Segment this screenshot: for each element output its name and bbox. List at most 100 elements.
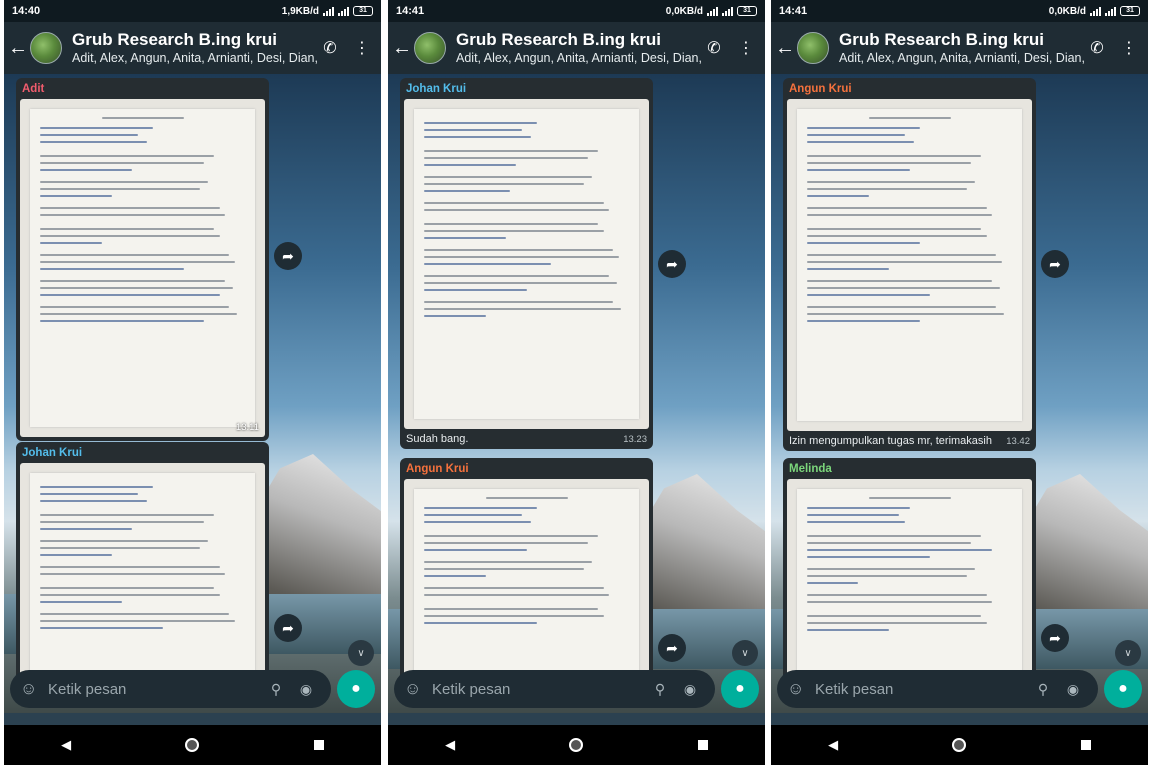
chat-header: ← Grub Research B.ing krui Adit, Alex, A… [4, 22, 381, 74]
attach-icon[interactable]: ⚲ [1028, 681, 1058, 698]
emoji-icon[interactable]: ☺ [20, 679, 42, 699]
group-title: Grub Research B.ing krui [456, 30, 661, 49]
forward-icon[interactable]: ➦ [274, 614, 302, 642]
nav-home-icon[interactable] [185, 738, 200, 752]
sender-name: Angun Krui [789, 83, 852, 95]
image-message[interactable]: Johan Krui Sudah bang. 13.23 [400, 78, 653, 449]
signal-icon [1090, 6, 1101, 16]
scroll-down-icon[interactable]: ∨ [348, 640, 374, 666]
input-bar: ☺ Ketik pesan ⚲ ◉ ● [4, 665, 381, 713]
input-bar: ☺ Ketik pesan ⚲ ◉ ● [388, 665, 765, 713]
mic-button[interactable]: ● [1104, 670, 1142, 708]
emoji-icon[interactable]: ☺ [404, 679, 426, 699]
attach-icon[interactable]: ⚲ [645, 681, 675, 698]
nav-bar: ◀ [388, 725, 765, 765]
status-bar: 14:40 1,9KB/d 31 [4, 0, 381, 22]
group-members: Adit, Alex, Angun, Anita, Arnianti, Desi… [72, 51, 317, 65]
message-time: 13.42 [1006, 436, 1030, 447]
message-caption-row: Izin mengumpulkan tugas mr, terimakasih … [787, 431, 1032, 447]
chat-title-box[interactable]: Grub Research B.ing krui Adit, Alex, Ang… [72, 30, 317, 66]
forward-icon[interactable]: ➦ [658, 634, 686, 662]
status-time: 14:41 [396, 5, 425, 17]
attach-icon[interactable]: ⚲ [261, 681, 291, 698]
sender-name: Adit [22, 83, 45, 95]
phone-screen-3: 14:41 0,0KB/d 31 ← Grub Research B.ing k… [771, 0, 1148, 765]
nav-bar: ◀ [4, 725, 381, 765]
group-avatar[interactable] [414, 32, 446, 64]
nav-home-icon[interactable] [952, 738, 967, 752]
camera-icon[interactable]: ◉ [291, 681, 321, 698]
message-photo[interactable]: 13.11 [20, 99, 265, 437]
message-photo[interactable] [787, 99, 1032, 431]
mic-icon: ● [735, 680, 745, 697]
back-arrow-icon[interactable]: ← [8, 37, 28, 60]
status-time: 14:40 [12, 5, 41, 17]
interview-sheet-photo [30, 109, 255, 427]
battery-icon: 31 [737, 6, 757, 16]
group-avatar[interactable] [30, 32, 62, 64]
forward-icon[interactable]: ➦ [1041, 250, 1069, 278]
nav-home-icon[interactable] [569, 738, 584, 752]
signal-icon [323, 6, 334, 16]
message-input[interactable]: ☺ Ketik pesan ⚲ ◉ [394, 670, 715, 708]
message-input[interactable]: ☺ Ketik pesan ⚲ ◉ [10, 670, 331, 708]
chat-area[interactable]: Angun Krui Izin mengumpulkan tugas mr, t… [771, 74, 1148, 713]
forward-icon[interactable]: ➦ [1041, 624, 1069, 652]
phone-screen-2: 14:41 0,0KB/d 31 ← Grub Research B.ing k… [388, 0, 765, 765]
message-photo[interactable] [404, 99, 649, 429]
battery-icon: 31 [1120, 6, 1140, 16]
scroll-down-icon[interactable]: ∨ [732, 640, 758, 666]
more-options-icon[interactable]: ⋮ [349, 38, 375, 58]
message-caption-row: Sudah bang. 13.23 [404, 429, 649, 445]
group-title: Grub Research B.ing krui [72, 30, 277, 49]
camera-icon[interactable]: ◉ [675, 681, 705, 698]
signal-icon [1105, 6, 1116, 16]
mic-icon: ● [1118, 680, 1128, 697]
group-members: Adit, Alex, Angun, Anita, Arnianti, Desi… [839, 51, 1084, 65]
image-message[interactable]: Adit 13.11 [16, 78, 269, 441]
chat-header: ← Grub Research B.ing krui Adit, Alex, A… [388, 22, 765, 74]
nav-recents-icon[interactable] [1080, 740, 1091, 750]
message-input[interactable]: ☺ Ketik pesan ⚲ ◉ [777, 670, 1098, 708]
group-members: Adit, Alex, Angun, Anita, Arnianti, Desi… [456, 51, 701, 65]
nav-back-icon[interactable]: ◀ [445, 737, 455, 753]
nav-back-icon[interactable]: ◀ [828, 737, 838, 753]
nav-back-icon[interactable]: ◀ [61, 737, 71, 753]
more-options-icon[interactable]: ⋮ [1116, 38, 1142, 58]
chat-title-box[interactable]: Grub Research B.ing krui Adit, Alex, Ang… [456, 30, 701, 66]
back-arrow-icon[interactable]: ← [392, 37, 412, 60]
add-call-icon[interactable]: ✆ [317, 38, 343, 58]
forward-icon[interactable]: ➦ [274, 242, 302, 270]
nav-recents-icon[interactable] [313, 740, 324, 750]
image-message[interactable]: Johan Krui [16, 442, 269, 703]
mic-button[interactable]: ● [721, 670, 759, 708]
status-bar: 14:41 0,0KB/d 31 [771, 0, 1148, 22]
battery-icon: 31 [353, 6, 373, 16]
chat-area[interactable]: Adit 13.11 ➦ Johan Krui ➦ ∨ [4, 74, 381, 713]
group-avatar[interactable] [797, 32, 829, 64]
add-call-icon[interactable]: ✆ [701, 38, 727, 58]
add-call-icon[interactable]: ✆ [1084, 38, 1110, 58]
sender-name: Melinda [789, 463, 832, 475]
forward-icon[interactable]: ➦ [658, 250, 686, 278]
message-caption: Izin mengumpulkan tugas mr, terimakasih [789, 435, 992, 447]
interview-sheet-photo [797, 109, 1022, 421]
nav-recents-icon[interactable] [697, 740, 708, 750]
message-time: 13.11 [235, 422, 259, 433]
status-bar: 14:41 0,0KB/d 31 [388, 0, 765, 22]
back-arrow-icon[interactable]: ← [775, 37, 795, 60]
chat-title-box[interactable]: Grub Research B.ing krui Adit, Alex, Ang… [839, 30, 1084, 66]
scroll-down-icon[interactable]: ∨ [1115, 640, 1141, 666]
emoji-icon[interactable]: ☺ [787, 679, 809, 699]
input-placeholder: Ketik pesan [432, 680, 511, 698]
mic-button[interactable]: ● [337, 670, 375, 708]
image-message[interactable]: Angun Krui Izin mengumpulkan tugas mr, t… [783, 78, 1036, 451]
camera-icon[interactable]: ◉ [1058, 681, 1088, 698]
more-options-icon[interactable]: ⋮ [733, 38, 759, 58]
input-bar: ☺ Ketik pesan ⚲ ◉ ● [771, 665, 1148, 713]
chat-area[interactable]: Johan Krui Sudah bang. 13.23 ➦ Angun Kru… [388, 74, 765, 713]
group-title: Grub Research B.ing krui [839, 30, 1044, 49]
message-caption: Sudah bang. [406, 433, 469, 445]
network-speed: 1,9KB/d [281, 5, 319, 17]
chat-header: ← Grub Research B.ing krui Adit, Alex, A… [771, 22, 1148, 74]
